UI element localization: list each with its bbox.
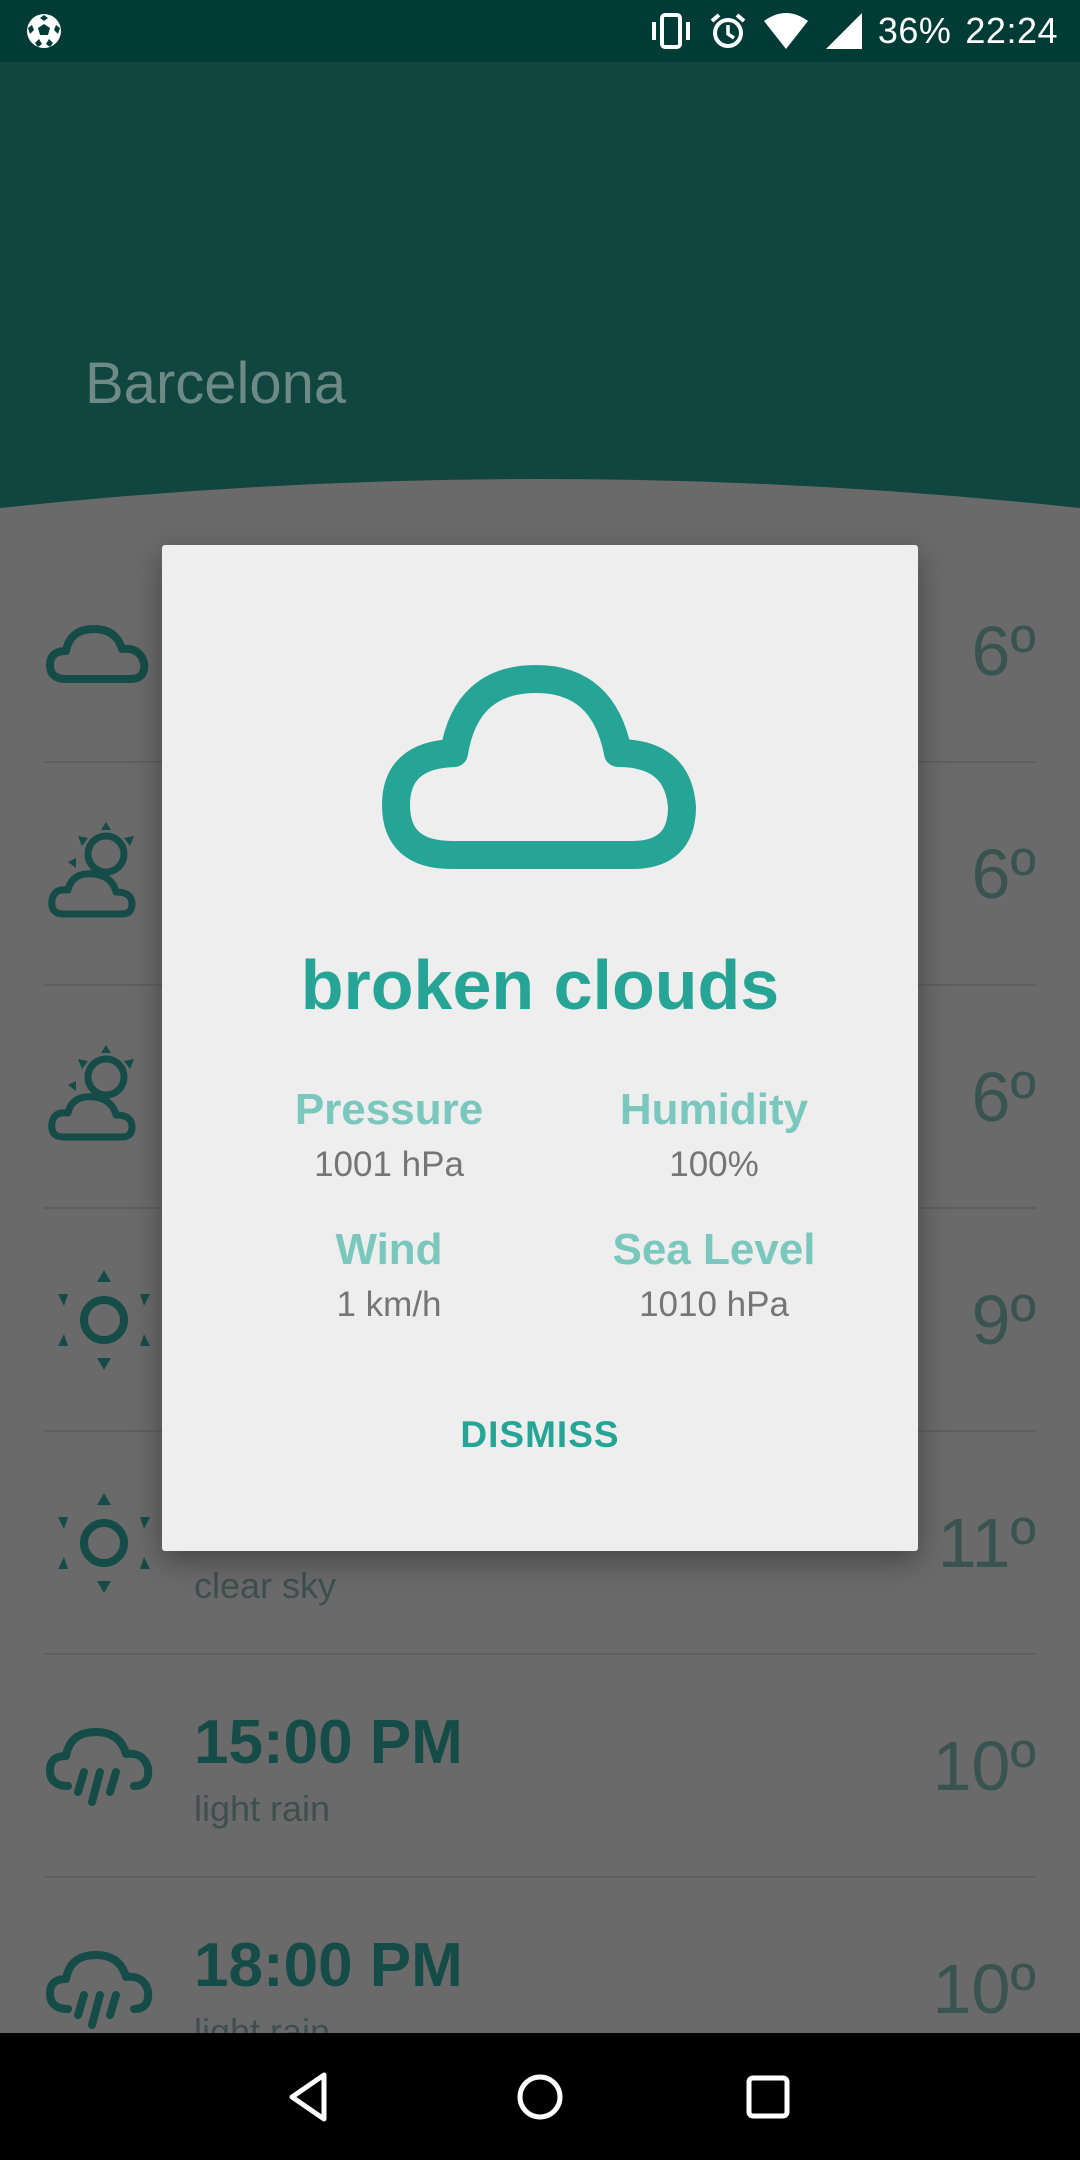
navigation-bar <box>0 2033 1080 2160</box>
alarm-icon <box>710 13 746 48</box>
stat-label: Pressure <box>294 1085 484 1134</box>
signal-icon <box>825 13 862 49</box>
forecast-time: 15:00 PM <box>194 1708 463 1777</box>
stat-wind: Wind 1 km/h <box>239 1225 539 1325</box>
stat-value: 1001 hPa <box>314 1145 464 1184</box>
soccer-ball-icon <box>27 14 61 48</box>
forecast-temp: 6º <box>971 834 1037 913</box>
forecast-desc: clear sky <box>194 1565 337 1606</box>
stat-label: Wind <box>335 1225 443 1274</box>
sun-icon <box>58 1492 150 1593</box>
rain-cloud-icon <box>46 1727 153 1806</box>
cloud-icon <box>46 624 149 683</box>
weather-detail-dialog: broken clouds Pressure 1001 hPa Humidity… <box>162 545 918 1551</box>
sun-cloud-icon <box>48 1044 136 1140</box>
sun-cloud-icon <box>48 821 136 917</box>
dismiss-button[interactable]: DISMISS <box>440 1405 640 1465</box>
vibrate-icon <box>651 13 690 49</box>
forecast-row[interactable]: 15:00 PM light rain 10º <box>44 1655 1036 1878</box>
recents-icon[interactable] <box>738 2067 798 2127</box>
stat-pressure: Pressure 1001 hPa <box>239 1085 539 1185</box>
wifi-icon <box>763 13 808 49</box>
sun-icon <box>58 1269 150 1370</box>
cloud-icon <box>382 665 696 869</box>
battery-level: 36% <box>877 10 952 51</box>
forecast-desc: light rain <box>194 1788 331 1829</box>
forecast-temp: 6º <box>971 611 1037 690</box>
header-curve <box>0 470 1080 550</box>
stat-label: Sea Level <box>612 1225 816 1274</box>
stat-label: Humidity <box>619 1085 809 1134</box>
city-name: Barcelona <box>85 351 347 416</box>
stat-sea-level: Sea Level 1010 hPa <box>564 1225 864 1325</box>
city-header: Barcelona <box>0 62 1080 522</box>
rain-cloud-icon <box>46 1950 153 2029</box>
stat-value: 1010 hPa <box>639 1285 789 1324</box>
stat-value: 1 km/h <box>336 1285 442 1324</box>
clock: 22:24 <box>965 10 1058 51</box>
forecast-temp: 9º <box>971 1280 1037 1359</box>
stat-humidity: Humidity 100% <box>564 1085 864 1185</box>
back-icon[interactable] <box>280 2067 340 2127</box>
forecast-time: 18:00 PM <box>194 1931 463 2000</box>
stat-value: 100% <box>669 1145 759 1184</box>
forecast-temp: 6º <box>971 1057 1037 1136</box>
forecast-temp: 10º <box>932 1949 1036 2028</box>
weather-title: broken clouds <box>300 946 780 1024</box>
forecast-temp: 11º <box>937 1503 1036 1582</box>
status-bar: 36% 22:24 <box>0 0 1080 62</box>
home-icon[interactable] <box>510 2067 570 2127</box>
forecast-temp: 10º <box>932 1726 1036 1805</box>
